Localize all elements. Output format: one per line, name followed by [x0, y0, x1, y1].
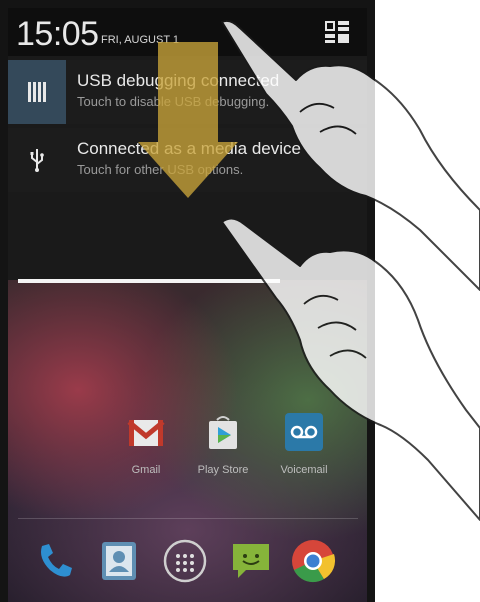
notification-subtitle: Touch to disable USB debugging. [77, 94, 270, 109]
app-gmail[interactable]: Gmail [116, 412, 176, 477]
clock: 15:05 [16, 15, 99, 53]
app-drawer-icon[interactable] [162, 538, 208, 584]
quick-settings-icon[interactable] [324, 20, 350, 44]
usb-icon [8, 128, 66, 192]
play-store-icon [203, 412, 243, 452]
dock-divider [18, 518, 358, 519]
status-header: 15:05 FRI, AUGUST 1 [8, 8, 367, 56]
notification-title: Connected as a media device [77, 139, 301, 158]
voicemail-icon [284, 412, 324, 452]
app-label-gmail: Gmail [131, 464, 161, 476]
chrome-icon[interactable] [290, 538, 336, 584]
phone-icon[interactable] [32, 538, 78, 584]
usb-debugging-icon [8, 60, 66, 124]
notification-title: USB debugging connected [77, 71, 280, 90]
contacts-icon[interactable] [96, 538, 142, 584]
gmail-icon [126, 412, 166, 452]
phone-screen: Gmail Play Store Voicemail 15:05 FRI, AU… [0, 0, 375, 602]
app-label-voicemail: Voicemail [280, 464, 328, 476]
app-play-store[interactable]: Play Store [193, 412, 253, 477]
app-label-play-store: Play Store [197, 464, 249, 476]
date: FRI, AUGUST 1 [101, 34, 180, 46]
shade-drag-handle[interactable] [18, 279, 280, 283]
app-voicemail[interactable]: Voicemail [274, 412, 334, 477]
notification-usb-media[interactable]: Connected as a media device Touch for ot… [8, 128, 367, 192]
messaging-icon[interactable] [228, 538, 274, 584]
notification-subtitle: Touch for other USB options. [77, 162, 244, 177]
notification-usb-debugging[interactable]: USB debugging connected Touch to disable… [8, 60, 367, 124]
